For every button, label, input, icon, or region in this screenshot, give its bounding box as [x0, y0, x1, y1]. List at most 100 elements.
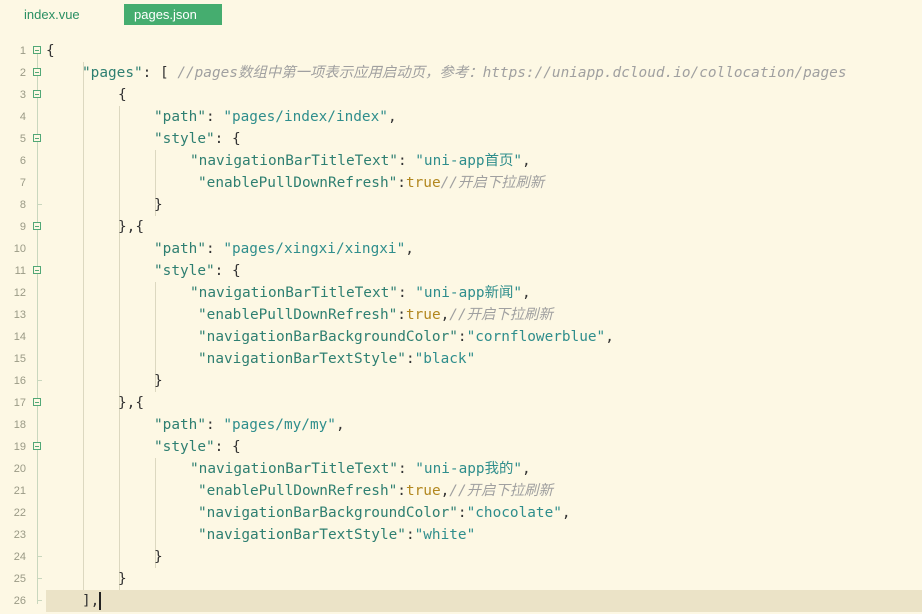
- code-line[interactable]: 24}: [0, 546, 922, 568]
- json-key: "pages": [82, 65, 143, 81]
- code-line[interactable]: 19 "style": {: [0, 436, 922, 458]
- code-text: }: [154, 194, 163, 216]
- code-punctuation: }: [118, 571, 127, 587]
- code-line[interactable]: 23 "navigationBarTextStyle":"white": [0, 524, 922, 546]
- code-text: "path": "pages/xingxi/xingxi",: [154, 238, 414, 260]
- code-line[interactable]: 14 "navigationBarBackgroundColor":"cornfl…: [0, 326, 922, 348]
- code-line[interactable]: 17},{: [0, 392, 922, 414]
- json-string: "pages/index/index": [223, 109, 388, 125]
- line-number: 15: [13, 353, 26, 365]
- code-text: "style": {: [154, 128, 241, 150]
- json-boolean: true: [405, 307, 441, 323]
- json-string: "pages/xingxi/xingxi": [223, 241, 406, 257]
- code-line[interactable]: 1{: [0, 40, 922, 62]
- tab-index-vue[interactable]: index.vue: [14, 4, 114, 25]
- code-punctuation: }: [154, 197, 163, 213]
- fold-toggle-icon[interactable]: [33, 46, 41, 54]
- json-key: "path": [154, 109, 206, 125]
- code-line[interactable]: 13 "enablePullDownRefresh":true,//开启下拉刷新: [0, 304, 922, 326]
- code-line[interactable]: 21 "enablePullDownRefresh":true,//开启下拉刷新: [0, 480, 922, 502]
- code-text: "enablePullDownRefresh":true,//开启下拉刷新: [198, 304, 553, 326]
- code-punctuation: :: [397, 461, 416, 477]
- line-number: 11: [14, 265, 26, 277]
- code-line[interactable]: 9},{: [0, 216, 922, 238]
- code-line[interactable]: 3{: [0, 84, 922, 106]
- code-text: {: [118, 84, 127, 106]
- code-line[interactable]: 12 "navigationBarTitleText": "uni-app新闻",: [0, 282, 922, 304]
- code-punctuation: :: [205, 241, 224, 257]
- json-key: "navigationBarTextStyle": [198, 527, 406, 543]
- code-text: "enablePullDownRefresh":true,//开启下拉刷新: [198, 480, 553, 502]
- json-key: "style": [154, 131, 215, 147]
- code-line[interactable]: 25}: [0, 568, 922, 590]
- code-text: "navigationBarTitleText": "uni-app我的",: [190, 458, 531, 480]
- line-number: 22: [13, 507, 26, 519]
- code-text: }: [154, 546, 163, 568]
- code-punctuation: ,: [522, 461, 531, 477]
- line-number: 16: [13, 375, 26, 387]
- code-punctuation: : [: [142, 65, 178, 81]
- fold-toggle-icon[interactable]: [33, 90, 41, 98]
- fold-end-marker: [37, 380, 42, 381]
- code-line[interactable]: 2 "pages": [ //pages数组中第一项表示应用启动页，参考：http…: [0, 62, 922, 84]
- fold-end-marker: [37, 600, 42, 601]
- json-string: "white": [414, 527, 476, 543]
- json-string: "chocolate": [466, 505, 562, 521]
- code-line[interactable]: 7 "enablePullDownRefresh":true//开启下拉刷新: [0, 172, 922, 194]
- code-punctuation: ,: [440, 483, 450, 499]
- fold-toggle-icon[interactable]: [33, 222, 41, 230]
- code-comment: //开启下拉刷新: [440, 175, 545, 191]
- line-number: 4: [19, 111, 26, 123]
- json-key: "enablePullDownRefresh": [198, 307, 398, 323]
- line-number: 6: [19, 155, 26, 167]
- code-punctuation: ,: [522, 285, 531, 301]
- code-punctuation: ,: [335, 417, 345, 433]
- code-comment: //pages数组中第一项表示应用启动页，参考：https://uniapp.d…: [177, 65, 847, 81]
- code-punctuation: {: [46, 43, 55, 59]
- code-line[interactable]: 22 "navigationBarBackgroundColor":"chocol…: [0, 502, 922, 524]
- code-punctuation: ,: [405, 241, 414, 257]
- code-line[interactable]: 16}: [0, 370, 922, 392]
- code-punctuation: : {: [214, 439, 241, 455]
- code-punctuation: ],: [82, 593, 100, 609]
- tab-pages-json[interactable]: pages.json: [124, 4, 222, 25]
- json-boolean: true: [405, 175, 441, 191]
- code-text: },{: [118, 216, 144, 238]
- code-punctuation: :: [457, 505, 467, 521]
- line-number: 13: [13, 309, 26, 321]
- code-line[interactable]: 26],: [0, 590, 922, 612]
- code-line[interactable]: 15 "navigationBarTextStyle":"black": [0, 348, 922, 370]
- fold-toggle-icon[interactable]: [33, 68, 41, 76]
- fold-end-marker: [37, 556, 42, 557]
- line-number: 18: [13, 419, 26, 431]
- code-punctuation: :: [405, 527, 415, 543]
- line-number: 24: [13, 551, 26, 563]
- fold-toggle-icon[interactable]: [33, 266, 41, 274]
- code-line[interactable]: 18 "path": "pages/my/my",: [0, 414, 922, 436]
- code-line[interactable]: 8}: [0, 194, 922, 216]
- line-number: 21: [13, 485, 26, 497]
- code-text: {: [46, 40, 55, 62]
- code-punctuation: }: [154, 373, 163, 389]
- code-text: "pages": [ //pages数组中第一项表示应用启动页，参考：https…: [82, 62, 847, 84]
- code-text: "navigationBarTextStyle":"black": [198, 348, 475, 370]
- json-key: "enablePullDownRefresh": [198, 175, 398, 191]
- code-text: }: [118, 568, 127, 590]
- code-editor[interactable]: 1{2 "pages": [ //pages数组中第一项表示应用启动页，参考：ht…: [0, 40, 922, 614]
- code-line[interactable]: 5 "style": {: [0, 128, 922, 150]
- code-line[interactable]: 10 "path": "pages/xingxi/xingxi",: [0, 238, 922, 260]
- fold-toggle-icon[interactable]: [33, 398, 41, 406]
- json-string: "uni-app新闻": [415, 285, 523, 301]
- code-line[interactable]: 4 "path": "pages/index/index",: [0, 106, 922, 128]
- code-punctuation: :: [205, 417, 224, 433]
- code-punctuation: ,: [605, 329, 614, 345]
- line-number: 14: [13, 331, 26, 343]
- code-text: "path": "pages/index/index",: [154, 106, 397, 128]
- json-key: "navigationBarBackgroundColor": [198, 505, 458, 521]
- fold-toggle-icon[interactable]: [33, 134, 41, 142]
- code-line[interactable]: 6 "navigationBarTitleText": "uni-app首页",: [0, 150, 922, 172]
- code-comment: //开启下拉刷新: [449, 307, 553, 323]
- code-line[interactable]: 20 "navigationBarTitleText": "uni-app我的",: [0, 458, 922, 480]
- code-line[interactable]: 11 "style": {: [0, 260, 922, 282]
- fold-toggle-icon[interactable]: [33, 442, 41, 450]
